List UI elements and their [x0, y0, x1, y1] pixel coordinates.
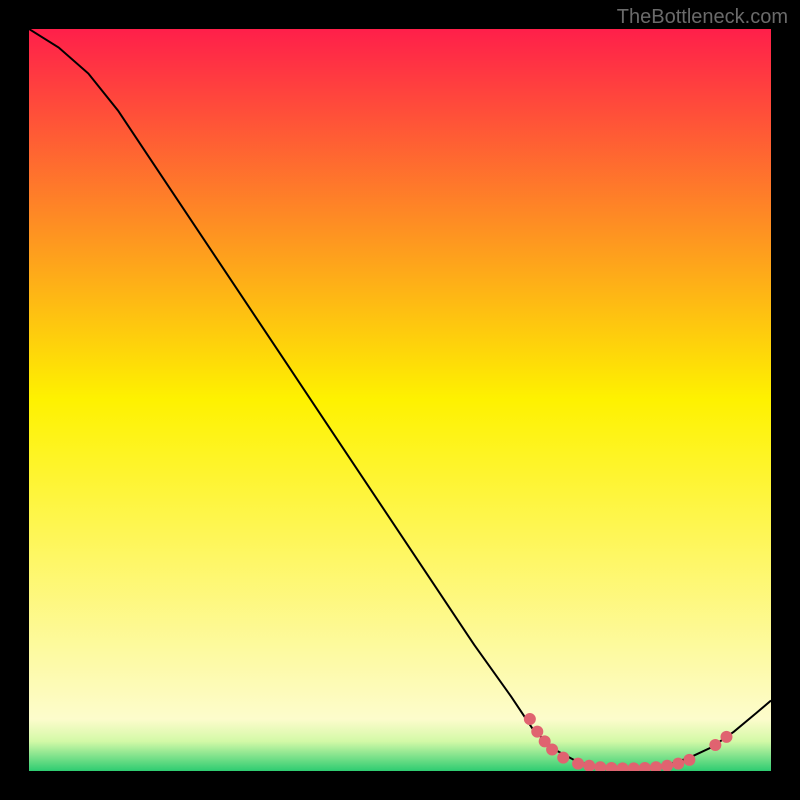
- marker-dot: [546, 743, 558, 755]
- marker-dot: [709, 739, 721, 751]
- marker-dot: [672, 758, 684, 770]
- watermark-text: TheBottleneck.com: [617, 6, 788, 29]
- marker-dot: [683, 754, 695, 766]
- marker-dot: [557, 752, 569, 764]
- marker-dot: [531, 726, 543, 738]
- plot-area: [29, 29, 771, 771]
- marker-dot: [524, 713, 536, 725]
- marker-dot: [572, 758, 584, 770]
- marker-dot: [720, 731, 732, 743]
- gradient-background: [29, 29, 771, 771]
- chart-svg: [29, 29, 771, 771]
- chart-container: TheBottleneck.com: [0, 0, 800, 800]
